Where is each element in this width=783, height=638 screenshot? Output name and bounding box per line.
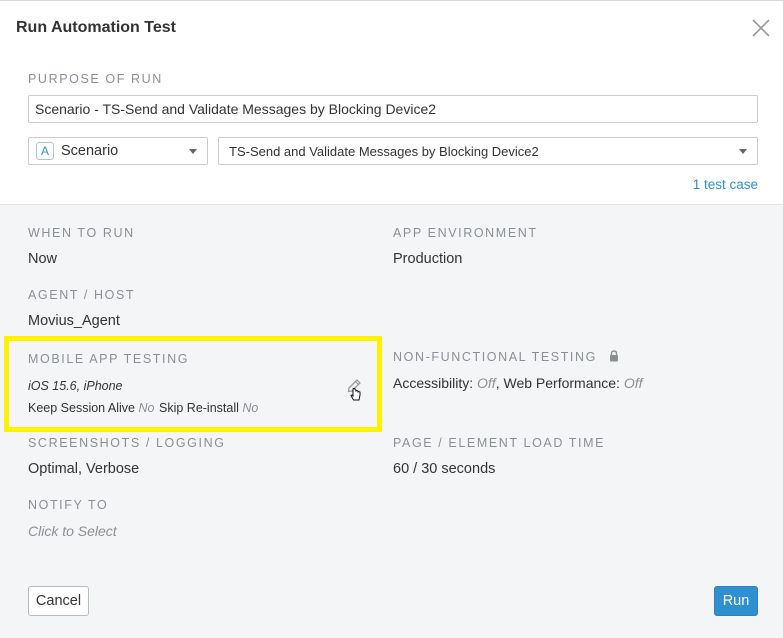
test-case-count-link[interactable]: 1 test case [693,177,758,192]
non-functional-separator: , [495,375,500,391]
purpose-label: PURPOSE OF RUN [28,72,163,86]
load-time-value[interactable]: 60 / 30 seconds [393,461,495,477]
app-environment-label: APP ENVIRONMENT [393,226,538,240]
scenario-value: TS-Send and Validate Messages by Blockin… [229,144,539,159]
caret-down-icon [189,149,197,154]
keep-session-value: No [138,401,155,415]
skip-reinstall-value: No [242,401,259,415]
non-functional-values: Accessibility: Off, Web Performance: Off [393,375,643,391]
scenario-select[interactable]: TS-Send and Validate Messages by Blockin… [218,137,758,165]
caret-down-icon [739,149,747,154]
notify-to-select[interactable]: Click to Select [28,523,117,539]
dialog-title: Run Automation Test [16,19,176,36]
run-button[interactable]: Run [714,586,758,616]
web-performance-value: Off [623,375,643,391]
accessibility-value: Off [477,375,496,391]
accessibility-label: Accessibility: [393,375,474,391]
when-to-run-label: WHEN TO RUN [28,226,135,240]
load-time-label: PAGE / ELEMENT LOAD TIME [393,436,606,450]
mobile-app-testing-label: MOBILE APP TESTING [28,352,190,366]
skip-reinstall-label: Skip Re-install [159,401,239,415]
close-icon[interactable] [750,17,772,39]
skip-reinstall: Skip Re-install No [159,401,258,415]
run-automation-dialog: Run Automation Test PURPOSE OF RUN A Sce… [0,0,783,638]
run-type-value: Scenario [61,143,119,159]
keep-session-label: Keep Session Alive [28,401,136,415]
purpose-input[interactable] [28,95,758,123]
screenshots-logging-value[interactable]: Optimal, Verbose [28,461,139,477]
cancel-button[interactable]: Cancel [28,586,89,616]
app-environment-value[interactable]: Production [393,251,462,267]
lock-icon [608,350,620,362]
scenario-type-icon: A [36,142,54,160]
mobile-device-value: iOS 15.6, iPhone [28,379,123,393]
screenshots-logging-label: SCREENSHOTS / LOGGING [28,436,226,450]
keep-session-alive: Keep Session Alive No [28,401,154,415]
notify-to-label: NOTIFY TO [28,498,109,512]
non-functional-testing-text: NON-FUNCTIONAL TESTING [393,350,597,364]
run-type-select[interactable]: A Scenario [28,137,208,165]
when-to-run-value[interactable]: Now [28,251,57,267]
agent-host-value[interactable]: Movius_Agent [28,313,120,329]
pencil-icon[interactable] [344,374,366,402]
agent-host-label: AGENT / HOST [28,288,136,302]
web-performance-label: Web Performance: [503,375,620,391]
non-functional-testing-label: NON-FUNCTIONAL TESTING [393,350,620,364]
